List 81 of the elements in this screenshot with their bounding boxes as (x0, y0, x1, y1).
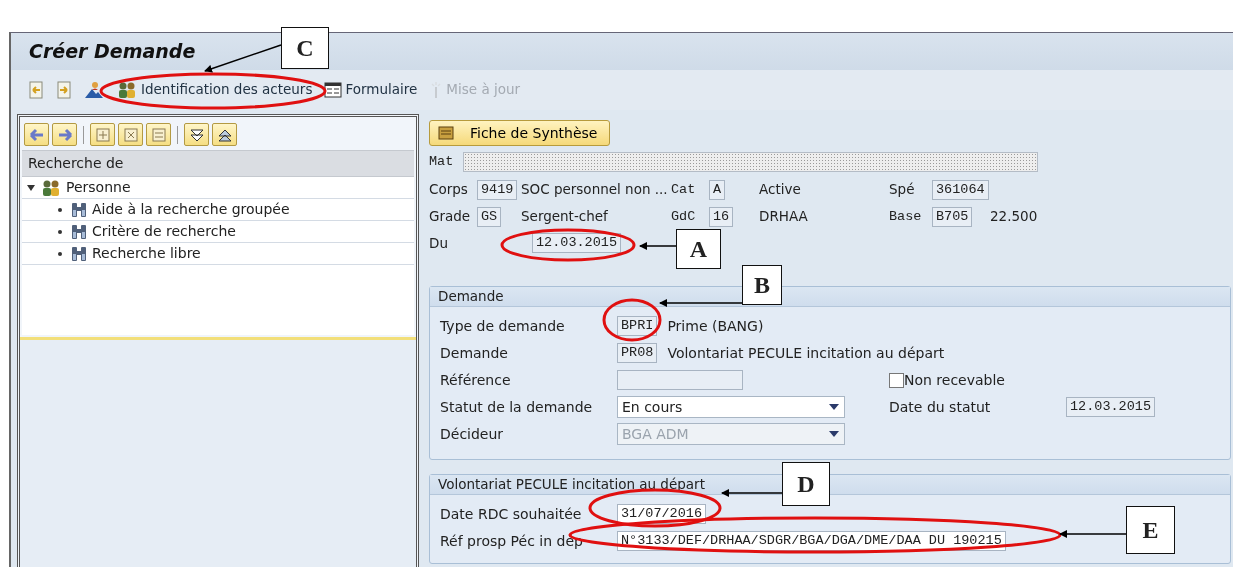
field-label: GdC (671, 208, 696, 224)
highlight-ellipse (602, 298, 662, 342)
tree-label: Personne (66, 178, 131, 197)
arrow (639, 242, 677, 250)
field-value: 22.500 (990, 207, 1038, 224)
date-field: 12.03.2015 (1066, 397, 1155, 417)
arrow (1059, 530, 1127, 538)
binoculars-icon (70, 244, 88, 263)
toolbar-button[interactable] (212, 123, 237, 146)
toolbar-button[interactable]: Formulaire (321, 82, 421, 98)
tree-item[interactable]: Aide à la recherche groupée (22, 199, 414, 221)
field-value: Active (759, 180, 801, 197)
callout-label: D (782, 462, 830, 506)
people-icon (116, 81, 138, 99)
field-label: Décideur (440, 424, 505, 444)
output-field: GS (477, 207, 502, 227)
callout-label: E (1126, 506, 1175, 554)
field-label: Mat (429, 152, 455, 171)
document-icon (56, 81, 72, 99)
tree-item[interactable]: Personne (22, 177, 414, 199)
input-field[interactable]: N°3133/DEF/DRHAA/SDGR/BGA/DGA/DME/DAA DU 190215 (617, 531, 1006, 551)
summary-button[interactable]: Fiche de Synthèse (429, 120, 611, 146)
bullet-icon (58, 229, 62, 234)
node-icon (93, 126, 112, 143)
window-title: Créer Demande (29, 40, 196, 63)
field-label: Du (429, 233, 449, 253)
callout-label: A (676, 229, 721, 269)
checkbox-label: Non recevable (904, 370, 1005, 390)
toolbar-button[interactable]: Identification des acteurs (113, 81, 316, 99)
field-label: Spé (889, 180, 915, 197)
field-label: Date RDC souhaitée (440, 504, 583, 524)
tree-label: Recherche libre (92, 244, 201, 263)
output-field: 361064 (932, 180, 989, 200)
field-label: Référence (440, 370, 512, 390)
document-icon (28, 81, 44, 99)
scroll-icon (436, 125, 456, 141)
field-value: DRHAA (759, 207, 808, 224)
caret-icon (829, 403, 839, 411)
form-icon (324, 82, 343, 98)
field-value: Sergent-chef (521, 207, 608, 224)
input-field[interactable]: PR08 (617, 343, 658, 363)
caret-icon[interactable] (26, 182, 36, 193)
field-value: Prime (BANG) (667, 316, 764, 336)
dropdown[interactable]: En cours (617, 396, 845, 418)
tree-label: Critère de recherche (92, 222, 236, 241)
output-field: A (709, 180, 726, 200)
checkbox[interactable] (889, 372, 904, 388)
field-label: Statut de la demande (440, 397, 594, 417)
input-field[interactable]: BPRI (617, 316, 658, 336)
bullet-icon (58, 207, 62, 212)
field-label: Base (889, 208, 922, 224)
arrow-left-icon (27, 126, 46, 143)
toolbar-button[interactable] (184, 123, 209, 146)
field-value: SOC personnel non ... (521, 180, 668, 197)
node-icon (149, 126, 168, 143)
arrow (721, 489, 783, 497)
field-label: Type de demande (440, 316, 566, 336)
people-icon (40, 178, 62, 197)
tree-item[interactable]: Critère de recherche (22, 221, 414, 243)
column-header: Recherche de (22, 150, 414, 177)
field-label: Demande (440, 343, 509, 363)
field-value: Volontariat PECULE incitation au départ (667, 343, 945, 363)
masked-field[interactable] (463, 152, 1038, 172)
node-icon (121, 126, 140, 143)
callout-label: C (281, 27, 329, 69)
binoculars-icon (70, 200, 88, 219)
bullet-icon (58, 251, 62, 256)
field-label: Cat (671, 181, 696, 197)
output-field: 9419 (477, 180, 518, 200)
binoculars-icon (70, 222, 88, 241)
person-icon (84, 81, 104, 99)
tree-item[interactable]: Recherche libre (22, 243, 414, 265)
input-field[interactable] (617, 370, 743, 390)
output-field: 16 (709, 207, 734, 227)
tree-label: Aide à la recherche groupée (92, 200, 290, 219)
caret-icon (829, 430, 839, 438)
date-field: 12.03.2015 (532, 233, 621, 253)
field-label: Corps (429, 180, 468, 197)
field-label: Grade (429, 207, 471, 224)
output-field: B705 (932, 207, 973, 227)
field-label: Date du statut (889, 397, 992, 417)
